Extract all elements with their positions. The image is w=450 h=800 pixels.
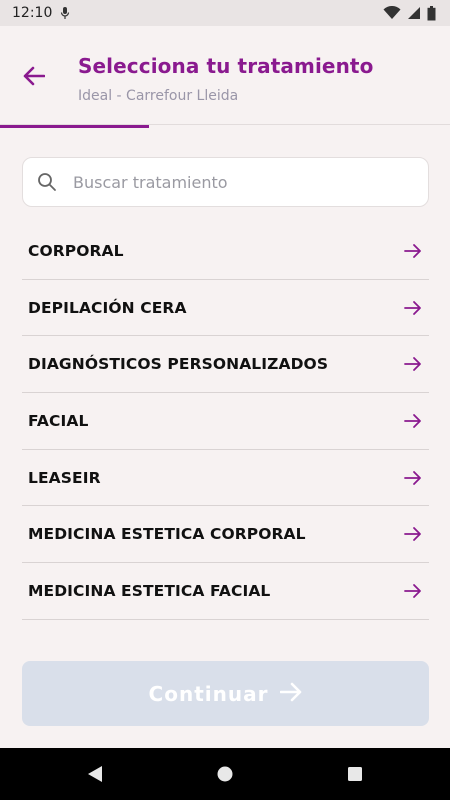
treatment-list: CORPORAL DEPILACIÓN CERA DIAGNÓSTICOS PE… — [22, 223, 429, 620]
back-triangle-icon[interactable] — [86, 764, 104, 788]
arrow-left-icon — [23, 66, 46, 90]
arrow-right-icon — [403, 581, 423, 601]
home-circle-icon[interactable] — [216, 764, 234, 788]
list-item-corporal[interactable]: CORPORAL — [22, 223, 429, 280]
continue-button[interactable]: Continuar — [22, 661, 429, 726]
status-time: 12:10 — [12, 5, 53, 21]
list-item-medicina-estetica-corporal[interactable]: MEDICINA ESTETICA CORPORAL — [22, 506, 429, 564]
list-item-diagnosticos-personalizados[interactable]: DIAGNÓSTICOS PERSONALIZADOS — [22, 336, 429, 394]
signal-icon — [407, 6, 421, 20]
microphone-icon — [60, 6, 70, 20]
progress-bar — [0, 125, 149, 128]
arrow-right-icon — [403, 354, 423, 374]
battery-icon — [427, 5, 436, 21]
list-item-label: MEDICINA ESTETICA FACIAL — [28, 581, 271, 600]
arrow-right-icon — [403, 241, 423, 261]
list-item-leaseir[interactable]: LEASEIR — [22, 450, 429, 507]
back-button[interactable] — [20, 64, 48, 92]
list-item-label: CORPORAL — [28, 241, 124, 260]
list-item-label: FACIAL — [28, 411, 89, 430]
arrow-right-icon — [403, 524, 423, 544]
list-item-depilacion-cera[interactable]: DEPILACIÓN CERA — [22, 280, 429, 337]
list-item-label: DIAGNÓSTICOS PERSONALIZADOS — [28, 355, 329, 374]
recents-square-icon[interactable] — [346, 764, 364, 788]
continue-button-label: Continuar — [148, 681, 269, 706]
arrow-right-icon — [403, 411, 423, 431]
system-navigation-bar — [0, 748, 450, 800]
search-input[interactable] — [73, 172, 373, 192]
arrow-right-icon — [403, 298, 423, 318]
status-right — [383, 5, 436, 21]
wifi-icon — [383, 6, 401, 20]
list-item-label: MEDICINA ESTETICA CORPORAL — [28, 525, 306, 544]
search-icon — [37, 172, 57, 192]
arrow-right-icon — [403, 468, 423, 488]
list-item-label: DEPILACIÓN CERA — [28, 298, 187, 317]
arrow-right-icon — [280, 682, 302, 706]
header: Selecciona tu tratamiento Ideal - Carref… — [0, 26, 450, 126]
page-title: Selecciona tu tratamiento — [78, 54, 374, 78]
list-item-medicina-estetica-facial[interactable]: MEDICINA ESTETICA FACIAL — [22, 563, 429, 620]
page-subtitle: Ideal - Carrefour Lleida — [78, 88, 239, 104]
status-left: 12:10 — [12, 5, 70, 21]
list-item-facial[interactable]: FACIAL — [22, 393, 429, 450]
list-item-label: LEASEIR — [28, 468, 101, 487]
status-bar: 12:10 — [0, 0, 450, 26]
search-box[interactable] — [22, 157, 429, 207]
